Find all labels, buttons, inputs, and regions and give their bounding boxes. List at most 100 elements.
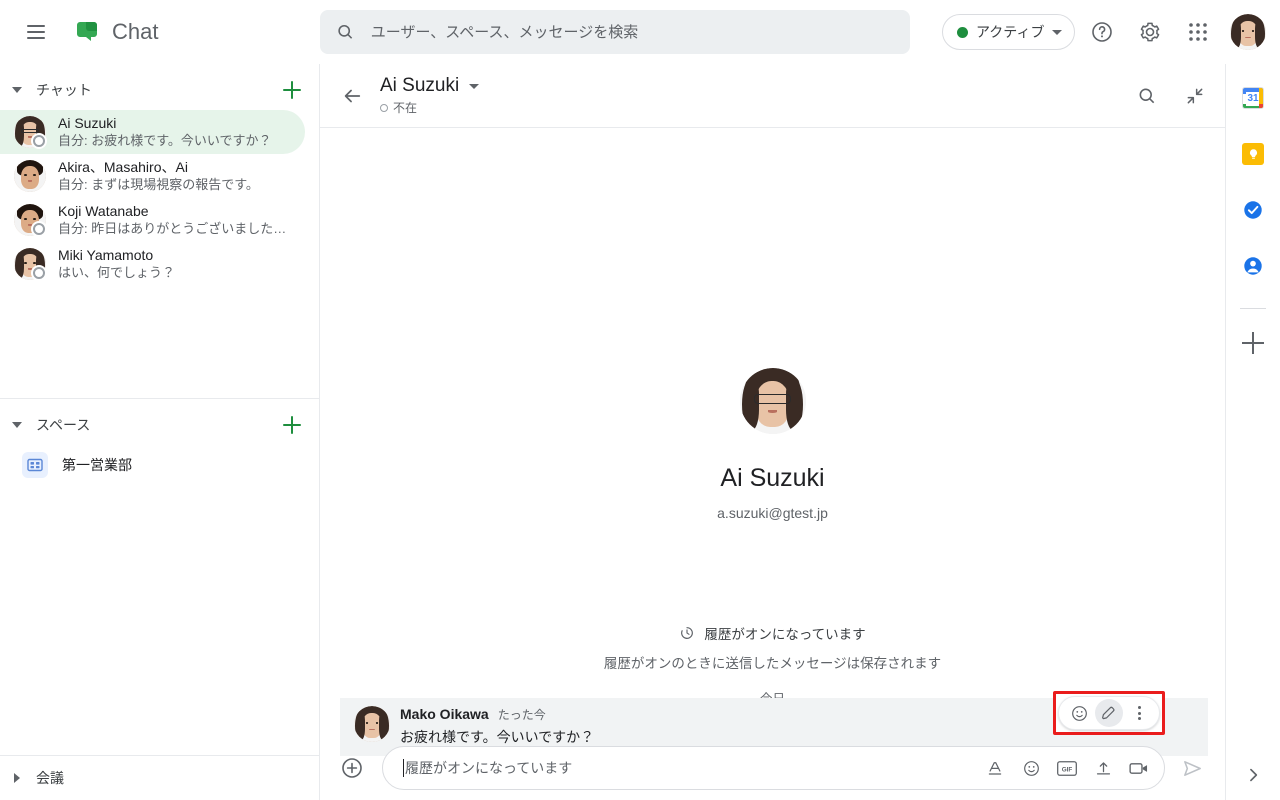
- chat-item-name: Koji Watanabe: [58, 202, 149, 219]
- apps-grid-icon[interactable]: [1176, 10, 1220, 54]
- sidebar-divider: [0, 398, 319, 399]
- top-bar-icons: [1080, 10, 1270, 54]
- collapse-icon[interactable]: [1173, 74, 1217, 118]
- history-clock-icon: [681, 627, 694, 639]
- conversation-body: Ai Suzuki a.suzuki@gtest.jp 履歴がオンになっています…: [320, 128, 1225, 756]
- add-app-icon[interactable]: [1233, 323, 1273, 363]
- spaces-section-label: スペース: [36, 417, 91, 433]
- more-options-icon[interactable]: [1125, 699, 1153, 727]
- video-icon[interactable]: [1126, 755, 1152, 781]
- presence-away-indicator: [31, 265, 47, 281]
- format-text-icon[interactable]: [982, 755, 1008, 781]
- google-chat-app: Chat アクティブ: [0, 0, 1280, 800]
- spaces-section-header: スペース: [0, 405, 319, 445]
- status-pill[interactable]: アクティブ: [942, 14, 1076, 50]
- brand: Chat: [72, 17, 158, 47]
- emoji-reaction-icon[interactable]: [1065, 699, 1093, 727]
- new-space-plus-icon[interactable]: [279, 412, 305, 438]
- space-icon: [22, 452, 48, 478]
- top-bar: Chat アクティブ: [0, 0, 1280, 64]
- conversation-status-label: 不在: [393, 101, 418, 115]
- chat-section-header: チャット: [0, 70, 319, 110]
- avatar: [14, 204, 47, 237]
- status-label: アクティブ: [976, 24, 1045, 40]
- history-notice-subtitle: 履歴がオンのときに送信したメッセージは保存されます: [603, 656, 942, 671]
- upload-icon[interactable]: [1090, 755, 1116, 781]
- composer-input-box[interactable]: GIF: [382, 746, 1165, 790]
- app-title: Chat: [112, 19, 159, 44]
- conversation-pane: Ai Suzuki 不在 Ai Suzuki a.suzuki@gtest.jp…: [320, 64, 1225, 800]
- search-icon: [338, 24, 353, 39]
- chat-item-name: Akira、Masahiro、Ai: [58, 158, 188, 175]
- google-calendar-icon[interactable]: 31: [1233, 78, 1273, 118]
- search-input[interactable]: [370, 23, 894, 41]
- profile-name: Ai Suzuki: [720, 464, 825, 492]
- chat-section-toggle[interactable]: [6, 79, 28, 101]
- hover-actions-highlight: [1053, 691, 1165, 735]
- composer-icons: GIF: [982, 755, 1152, 781]
- send-icon[interactable]: [1171, 747, 1213, 789]
- sidebar-space-item-first-sales[interactable]: 第一営業部: [0, 445, 305, 485]
- meetings-section-toggle[interactable]: [6, 767, 28, 789]
- sidebar-chat-item-ai-suzuki[interactable]: Ai Suzuki 自分: お疲れ様です。今いいですか？: [0, 110, 305, 154]
- message-timestamp: たった今: [497, 708, 546, 722]
- presence-away-indicator: [31, 133, 47, 149]
- chat-item-snippet: 自分: お疲れ様です。今いいですか？: [58, 133, 272, 149]
- google-keep-icon[interactable]: [1233, 134, 1273, 174]
- chat-item-name: Ai Suzuki: [58, 114, 117, 131]
- chevron-down-icon[interactable]: [469, 83, 480, 89]
- history-notice-title-row: 履歴がオンになっています: [679, 623, 866, 643]
- sidebar: チャット Ai Suzuki 自分: お疲れ様です。今いいですか？ Akira、…: [0, 64, 320, 800]
- chat-item-snippet: はい、何でしょう？: [58, 265, 176, 281]
- rail-divider: [1240, 308, 1266, 309]
- message-avatar: [354, 706, 390, 742]
- profile-avatar: [739, 368, 806, 434]
- meetings-section-header: 会議: [0, 756, 319, 800]
- chevron-right-icon[interactable]: [1243, 765, 1263, 790]
- history-notice-title: 履歴がオンになっています: [704, 627, 866, 642]
- profile-email: a.suzuki@gtest.jp: [717, 505, 828, 521]
- text-cursor: [403, 759, 404, 777]
- pencil-edit-icon[interactable]: [1095, 699, 1123, 727]
- sidebar-chat-item-miki-yamamoto[interactable]: Miki Yamamoto はい、何でしょう？: [0, 242, 305, 286]
- conversation-search-icon[interactable]: [1125, 74, 1169, 118]
- presence-away-icon: [380, 103, 388, 112]
- gear-icon[interactable]: [1128, 10, 1172, 54]
- chat-item-name: Miki Yamamoto: [58, 246, 154, 263]
- sidebar-chat-item-group[interactable]: Akira、Masahiro、Ai 自分: まずは現場視察の報告です。: [0, 154, 305, 198]
- profile-card: Ai Suzuki a.suzuki@gtest.jp: [320, 368, 1225, 521]
- back-arrow-icon[interactable]: [332, 76, 372, 116]
- space-item-label: 第一営業部: [62, 457, 132, 473]
- chevron-down-icon: [1052, 29, 1063, 35]
- hamburger-icon[interactable]: [12, 8, 60, 56]
- account-avatar[interactable]: [1230, 14, 1266, 50]
- message-author: Mako Oikawa: [400, 706, 489, 722]
- avatar: [14, 160, 46, 192]
- meetings-section: 会議: [0, 755, 319, 800]
- presence-away-indicator: [31, 221, 47, 237]
- spaces-section-toggle[interactable]: [6, 414, 28, 436]
- add-attachment-icon[interactable]: [332, 748, 372, 788]
- message-input[interactable]: [405, 760, 982, 776]
- conversation-status: 不在: [380, 99, 479, 116]
- status-dot: [957, 26, 968, 38]
- google-contacts-icon[interactable]: [1233, 246, 1273, 286]
- search-bar[interactable]: [320, 10, 910, 54]
- conversation-header-actions: [1125, 74, 1217, 118]
- message-composer: GIF: [320, 736, 1225, 800]
- sidebar-chat-item-koji-watanabe[interactable]: Koji Watanabe 自分: 昨日はありがとうございました…: [0, 198, 305, 242]
- google-tasks-icon[interactable]: [1233, 190, 1273, 230]
- avatar: [14, 248, 47, 281]
- help-icon[interactable]: [1080, 10, 1124, 54]
- emoji-icon[interactable]: [1018, 755, 1044, 781]
- conversation-title-block: Ai Suzuki 不在: [380, 75, 480, 116]
- new-chat-plus-icon[interactable]: [279, 77, 305, 103]
- chat-item-snippet: 自分: まずは現場視察の報告です。: [58, 177, 259, 193]
- conversation-title: Ai Suzuki: [380, 75, 460, 96]
- svg-text:GIF: GIF: [1062, 766, 1073, 773]
- chat-item-snippet: 自分: 昨日はありがとうございました…: [58, 221, 287, 237]
- avatar: [14, 116, 47, 149]
- google-chat-logo: [72, 17, 102, 47]
- meetings-section-label: 会議: [36, 770, 64, 786]
- gif-icon[interactable]: GIF: [1054, 755, 1080, 781]
